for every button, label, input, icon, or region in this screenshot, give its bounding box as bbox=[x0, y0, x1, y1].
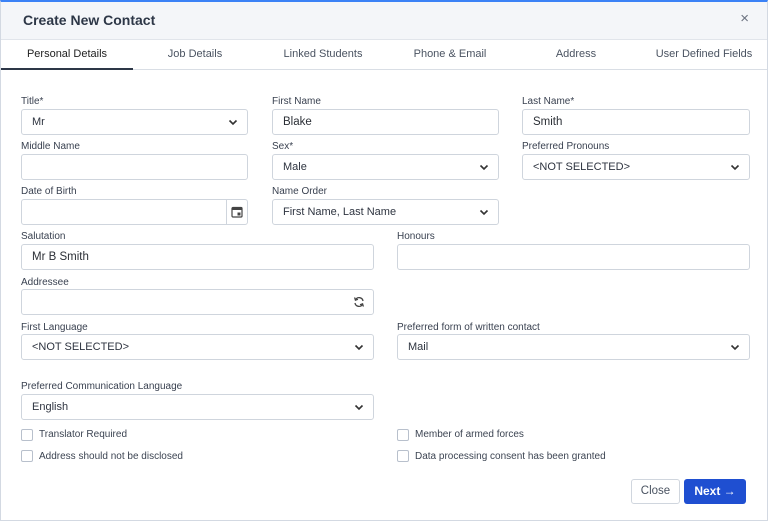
name-order-select[interactable]: First Name, Last Name bbox=[272, 199, 499, 225]
chevron-down-icon bbox=[730, 344, 740, 351]
first-language-value: <NOT SELECTED> bbox=[32, 341, 129, 353]
salutation-input[interactable]: Mr B Smith bbox=[21, 244, 374, 270]
written-contact-value: Mail bbox=[408, 341, 429, 353]
refresh-icon[interactable] bbox=[353, 296, 365, 308]
dialog-title: Create New Contact bbox=[23, 12, 156, 28]
dob-label: Date of Birth bbox=[21, 186, 77, 197]
last-name-input[interactable]: Smith bbox=[522, 109, 750, 135]
tab-phone-email[interactable]: Phone & Email bbox=[389, 40, 511, 70]
chevron-down-icon bbox=[228, 119, 238, 126]
dialog-header: Create New Contact × bbox=[1, 2, 767, 40]
consent-checkbox[interactable] bbox=[397, 450, 409, 462]
honours-input[interactable] bbox=[397, 244, 750, 270]
addressee-label: Addressee bbox=[21, 277, 69, 288]
title-label: Title* bbox=[21, 96, 44, 107]
not-disclosed-label: Address should not be disclosed bbox=[39, 451, 183, 462]
first-language-select[interactable]: <NOT SELECTED> bbox=[21, 334, 374, 360]
chevron-down-icon bbox=[730, 164, 740, 171]
close-button[interactable]: Close bbox=[631, 479, 680, 504]
comm-language-select[interactable]: English bbox=[21, 394, 374, 420]
written-contact-label: Preferred form of written contact bbox=[397, 322, 540, 333]
date-picker-button[interactable] bbox=[226, 200, 247, 224]
comm-language-value: English bbox=[32, 401, 69, 413]
sex-label: Sex* bbox=[272, 141, 294, 152]
first-name-input[interactable]: Blake bbox=[272, 109, 499, 135]
chevron-down-icon bbox=[354, 344, 364, 351]
tab-user-defined-fields[interactable]: User Defined Fields bbox=[641, 40, 767, 70]
consent-label: Data processing consent has been granted bbox=[415, 451, 606, 462]
first-name-label: First Name bbox=[272, 96, 321, 107]
title-select[interactable]: Mr bbox=[21, 109, 248, 135]
addressee-input[interactable] bbox=[21, 289, 374, 315]
calendar-icon bbox=[231, 206, 243, 218]
tab-bar: Personal Details Job Details Linked Stud… bbox=[1, 40, 767, 70]
chevron-down-icon bbox=[479, 164, 489, 171]
translator-checkbox[interactable] bbox=[21, 429, 33, 441]
armed-forces-checkbox[interactable] bbox=[397, 429, 409, 441]
middle-name-label: Middle Name bbox=[21, 141, 80, 152]
pronouns-label: Preferred Pronouns bbox=[522, 141, 610, 152]
name-order-label: Name Order bbox=[272, 186, 328, 197]
salutation-label: Salutation bbox=[21, 231, 66, 242]
dob-input[interactable] bbox=[21, 199, 248, 225]
not-disclosed-checkbox[interactable] bbox=[21, 450, 33, 462]
chevron-down-icon bbox=[479, 209, 489, 216]
comm-language-label: Preferred Communication Language bbox=[21, 381, 183, 392]
tab-job-details[interactable]: Job Details bbox=[133, 40, 257, 70]
first-language-label: First Language bbox=[21, 322, 88, 333]
translator-label: Translator Required bbox=[39, 429, 128, 440]
chevron-down-icon bbox=[354, 404, 364, 411]
sex-select[interactable]: Male bbox=[272, 154, 499, 180]
armed-forces-label: Member of armed forces bbox=[415, 429, 524, 440]
written-contact-select[interactable]: Mail bbox=[397, 334, 750, 360]
sex-value: Male bbox=[283, 161, 307, 173]
tab-personal-details[interactable]: Personal Details bbox=[1, 40, 133, 70]
name-order-value: First Name, Last Name bbox=[283, 206, 397, 218]
middle-name-input[interactable] bbox=[21, 154, 248, 180]
last-name-label: Last Name* bbox=[522, 96, 575, 107]
honours-label: Honours bbox=[397, 231, 435, 242]
pronouns-value: <NOT SELECTED> bbox=[533, 161, 630, 173]
tab-address[interactable]: Address bbox=[511, 40, 641, 70]
title-value: Mr bbox=[32, 116, 45, 128]
close-icon[interactable]: × bbox=[740, 11, 749, 27]
tab-linked-students[interactable]: Linked Students bbox=[257, 40, 389, 70]
create-contact-dialog: Create New Contact × Personal Details Jo… bbox=[0, 0, 768, 521]
pronouns-select[interactable]: <NOT SELECTED> bbox=[522, 154, 750, 180]
next-button[interactable]: Next → bbox=[684, 479, 746, 504]
